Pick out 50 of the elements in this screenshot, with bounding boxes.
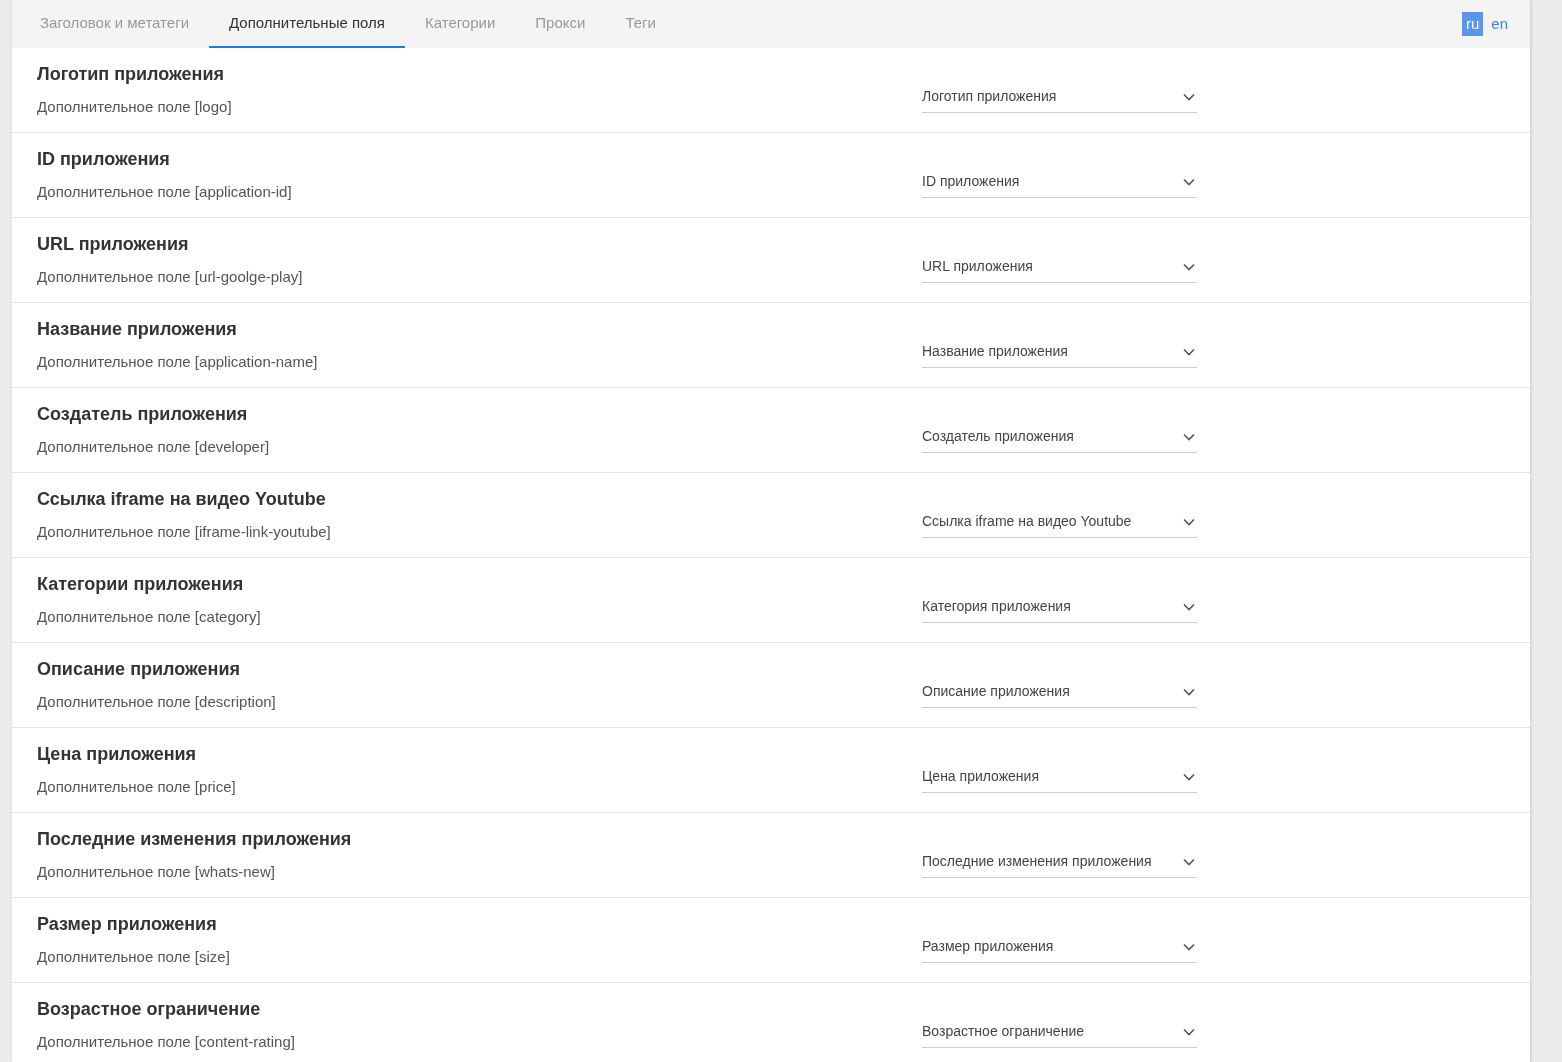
select-field[interactable]: Цена приложения (922, 761, 1197, 793)
chevron-down-icon (1183, 687, 1195, 696)
select-field[interactable]: Последние изменения приложения (922, 846, 1197, 878)
chevron-down-icon (1183, 942, 1195, 951)
field-title: URL приложения (37, 233, 190, 257)
field-description: Дополнительное поле [price] (37, 777, 237, 798)
field-description: Дополнительное поле [logo] (37, 97, 233, 118)
field-title: Возрастное ограничение (37, 998, 262, 1022)
field-title: Создатель приложения (37, 403, 249, 427)
field-title: Ссылка iframe на видео Youtube (37, 488, 327, 512)
select-field[interactable]: Возрастное ограничение (922, 1016, 1197, 1048)
select-field[interactable]: Логотип приложения (922, 81, 1197, 113)
chevron-down-icon (1183, 177, 1195, 186)
field-description: Дополнительное поле [url-goolge-play] (37, 267, 304, 288)
field-title: ID приложения (37, 148, 171, 172)
chevron-down-icon (1183, 432, 1195, 441)
chevron-down-icon (1183, 517, 1195, 526)
field-description: Дополнительное поле [application-id] (37, 182, 293, 203)
chevron-down-icon (1183, 262, 1195, 271)
select-field[interactable]: ID приложения (922, 166, 1197, 198)
field-description: Дополнительное поле [whats-new] (37, 862, 276, 883)
language-button[interactable]: en (1487, 12, 1512, 36)
chevron-down-icon (1183, 92, 1195, 101)
field-title: Описание приложения (37, 658, 241, 682)
field-description: Дополнительное поле [category] (37, 607, 262, 628)
field-title: Название приложения (37, 318, 238, 342)
field-description: Дополнительное поле [size] (37, 947, 231, 968)
field-title: Цена приложения (37, 743, 198, 767)
select-field[interactable]: Название приложения (922, 336, 1197, 368)
chevron-down-icon (1183, 602, 1195, 611)
select-field[interactable]: Размер приложения (922, 931, 1197, 963)
chevron-down-icon (1183, 857, 1195, 866)
field-description: Дополнительное поле [developer] (37, 437, 271, 458)
select-field[interactable]: URL приложения (922, 251, 1197, 283)
chevron-down-icon (1183, 347, 1195, 356)
tab[interactable]: Дополнительные поля (209, 0, 405, 48)
field-title: Размер приложения (37, 913, 218, 937)
field-description: Дополнительное поле [iframe-link-youtube] (37, 522, 332, 543)
select-field[interactable]: Описание приложения (922, 676, 1197, 708)
field-title: Последние изменения приложения (37, 828, 353, 852)
field-description: Дополнительное поле [application-name] (37, 352, 319, 373)
chevron-down-icon (1183, 1027, 1195, 1036)
field-description: Дополнительное поле [description] (37, 692, 277, 713)
field-title: Логотип приложения (37, 63, 226, 87)
select-field[interactable]: Ссылка iframe на видео Youtube (922, 506, 1197, 538)
select-field[interactable]: Создатель приложения (922, 421, 1197, 453)
field-description: Дополнительное поле [content-rating] (37, 1032, 296, 1053)
select-field[interactable]: Категория приложения (922, 591, 1197, 623)
chevron-down-icon (1183, 772, 1195, 781)
field-title: Категории приложения (37, 573, 245, 597)
